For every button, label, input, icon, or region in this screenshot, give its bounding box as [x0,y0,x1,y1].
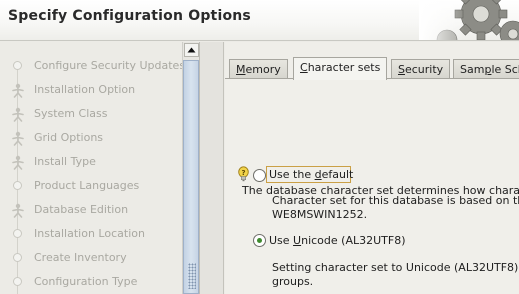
step-item: Database Edition [0,198,182,222]
gears-icon [419,0,519,40]
step-label: Grid Options [34,131,104,144]
step-item: System Class [0,102,182,126]
use-unicode-label-pre: Use [269,234,294,247]
panel-divider [200,42,224,294]
scroll-thumb[interactable] [183,60,199,294]
tab-sample-label-pre: Sam [460,63,485,76]
use-unicode-radio[interactable] [253,234,266,247]
triangle-up-icon [187,47,196,53]
step-item: Grid Options [0,126,182,150]
tab-security[interactable]: Security [391,59,451,79]
grip-icon [188,263,196,289]
step-dot-icon [13,61,22,70]
use-unicode-label[interactable]: Use Unicode (AL32UTF8) [269,234,406,247]
step-figure-icon [10,130,26,146]
step-label: System Class [34,107,108,120]
use-default-label[interactable]: Use the default [269,168,353,181]
unicode-description: Setting character set to Unicode (AL32UT… [272,261,519,274]
unicode-description-cont: groups. [272,275,314,288]
step-item: Create Inventory [0,246,182,270]
tab-memory-label: emory [245,63,281,76]
step-label: Create Inventory [34,251,127,264]
step-dot-icon [13,181,22,190]
default-description: Character set for this database is based… [272,194,519,207]
step-figure-icon [10,106,26,122]
tab-security-label: ecurity [404,63,444,76]
step-label: Install Type [34,155,96,168]
step-item: Configuration Type [0,270,182,294]
step-figure-icon [10,202,26,218]
step-label: Configure Security Updates [34,59,186,72]
tab-memory-mnemonic: M [236,63,246,76]
scroll-up-button[interactable] [184,43,199,57]
tab-character-sets[interactable]: Character sets [293,57,388,80]
use-default-mnemonic: d [314,168,322,181]
step-label: Installation Location [34,227,145,240]
steps-scrollbar[interactable] [182,42,200,294]
tab-sample-schemas[interactable]: Sample Sch [453,59,519,79]
tab-charsets-label: haracter sets [307,61,381,74]
step-label: Database Edition [34,203,129,216]
steps-panel: Configure Security Updates Installation O… [0,42,186,294]
page-title: Specify Configuration Options [8,8,251,24]
step-dot-icon [13,253,22,262]
step-item: Installation Location [0,222,182,246]
content-area: Memory Character sets Security Sample Sc… [225,42,519,294]
tab-strip: Memory Character sets Security Sample Sc… [225,57,519,80]
step-item: Install Type [0,150,182,174]
default-charset-value: WE8MSWIN1252. [272,208,368,221]
use-default-label-post: efault [321,168,354,181]
tab-charsets-mnemonic: C [300,61,308,74]
step-label: Configuration Type [34,275,138,288]
tab-security-mnemonic: S [398,63,405,76]
step-figure-icon [10,82,26,98]
step-label: Installation Option [34,83,136,96]
step-label: Product Languages [34,179,140,192]
use-unicode-label-post: nicode (AL32UTF8) [301,234,406,247]
tab-memory[interactable]: Memory [229,59,288,79]
step-dot-icon [13,229,22,238]
use-default-label-pre: Use the [269,168,315,181]
use-default-radio[interactable] [253,169,266,182]
bulb-icon: ? [238,166,249,182]
tab-sample-label: le Sch [491,63,519,76]
step-item: Product Languages [0,174,182,198]
step-item: Installation Option [0,78,182,102]
step-figure-icon [10,154,26,170]
step-dot-icon [13,277,22,286]
step-item: Configure Security Updates [0,54,186,78]
use-unicode-mnemonic: U [293,234,302,247]
svg-text:?: ? [241,169,245,177]
header-banner: Specify Configuration Options [0,0,519,41]
